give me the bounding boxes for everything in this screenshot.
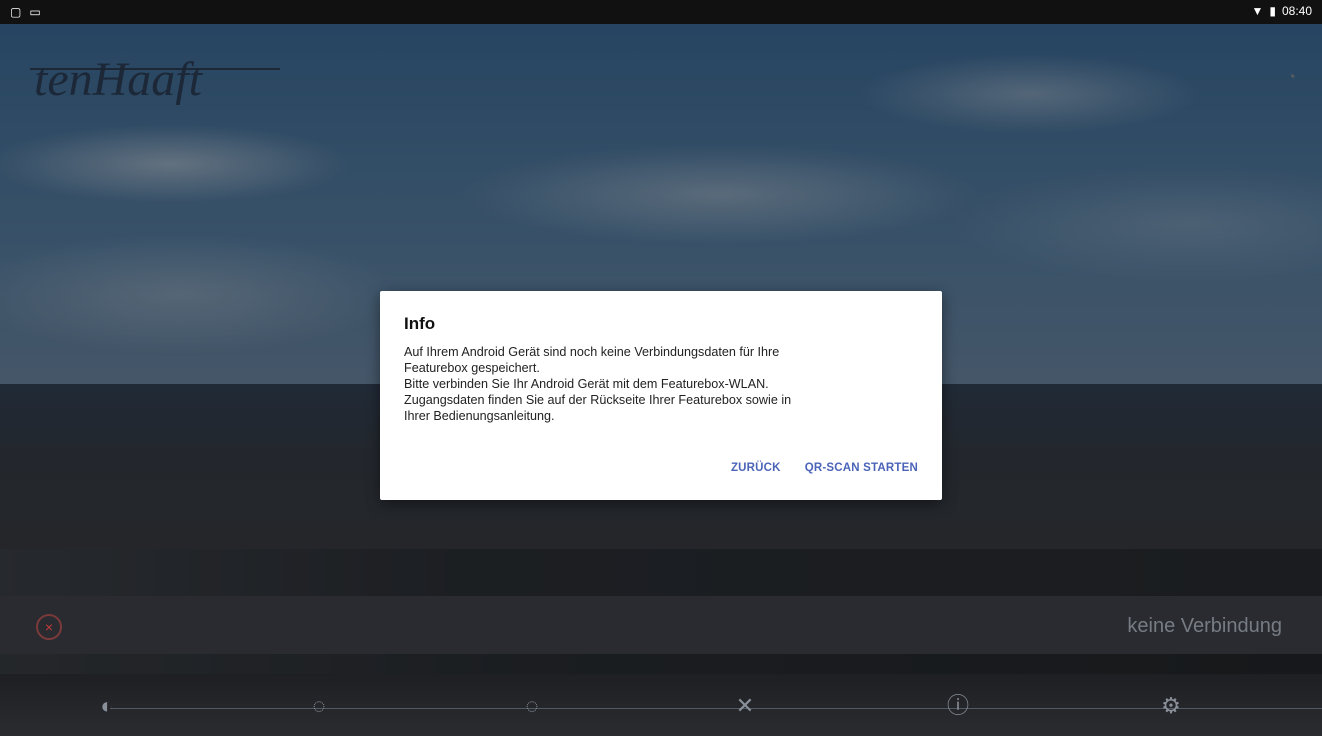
wifi-icon: ▼ [1251,4,1264,18]
dialog-title: Info [404,314,436,333]
satellite-off-icon[interactable]: ◌ [515,692,549,720]
dialog-actions: ZURÜCK QR-SCAN STARTEN [731,462,918,474]
connection-status-bar [0,596,1322,654]
square-icon: ▢ [10,5,22,19]
status-right-area: ▼ ▮ 08:40 [1251,4,1312,18]
status-time: 08:40 [1281,4,1312,18]
connection-status-text: keine Verbindung [1127,615,1282,637]
back-button[interactable]: ZURÜCK [731,462,781,474]
bottom-navigation [0,674,1322,736]
satellite-signal-icon[interactable]: ◐ [90,692,124,720]
status-left-icons: ▢ ▭ [10,5,41,19]
battery-icon: ▮ [1269,4,1276,18]
disconnected-icon: × [36,614,62,640]
screen-icon: ▭ [29,5,41,19]
satellite-icon[interactable]: ✕ [728,692,762,720]
start-qr-scan-button[interactable]: QR-SCAN STARTEN [805,462,918,474]
satellite-warning-icon[interactable]: ◌ [302,692,336,720]
android-status-bar: ▢ ▭ ▼ ▮ 08:40 [0,0,1322,24]
info-icon[interactable]: ⓘ [941,692,975,720]
settings-icon[interactable]: ⚙ [1154,692,1188,720]
navigation-line [110,708,1322,709]
dialog-message: Auf Ihrem Android Gerät sind noch keine … [404,345,792,423]
info-dialog: Info Auf Ihrem Android Gerät sind noch k… [380,291,942,500]
